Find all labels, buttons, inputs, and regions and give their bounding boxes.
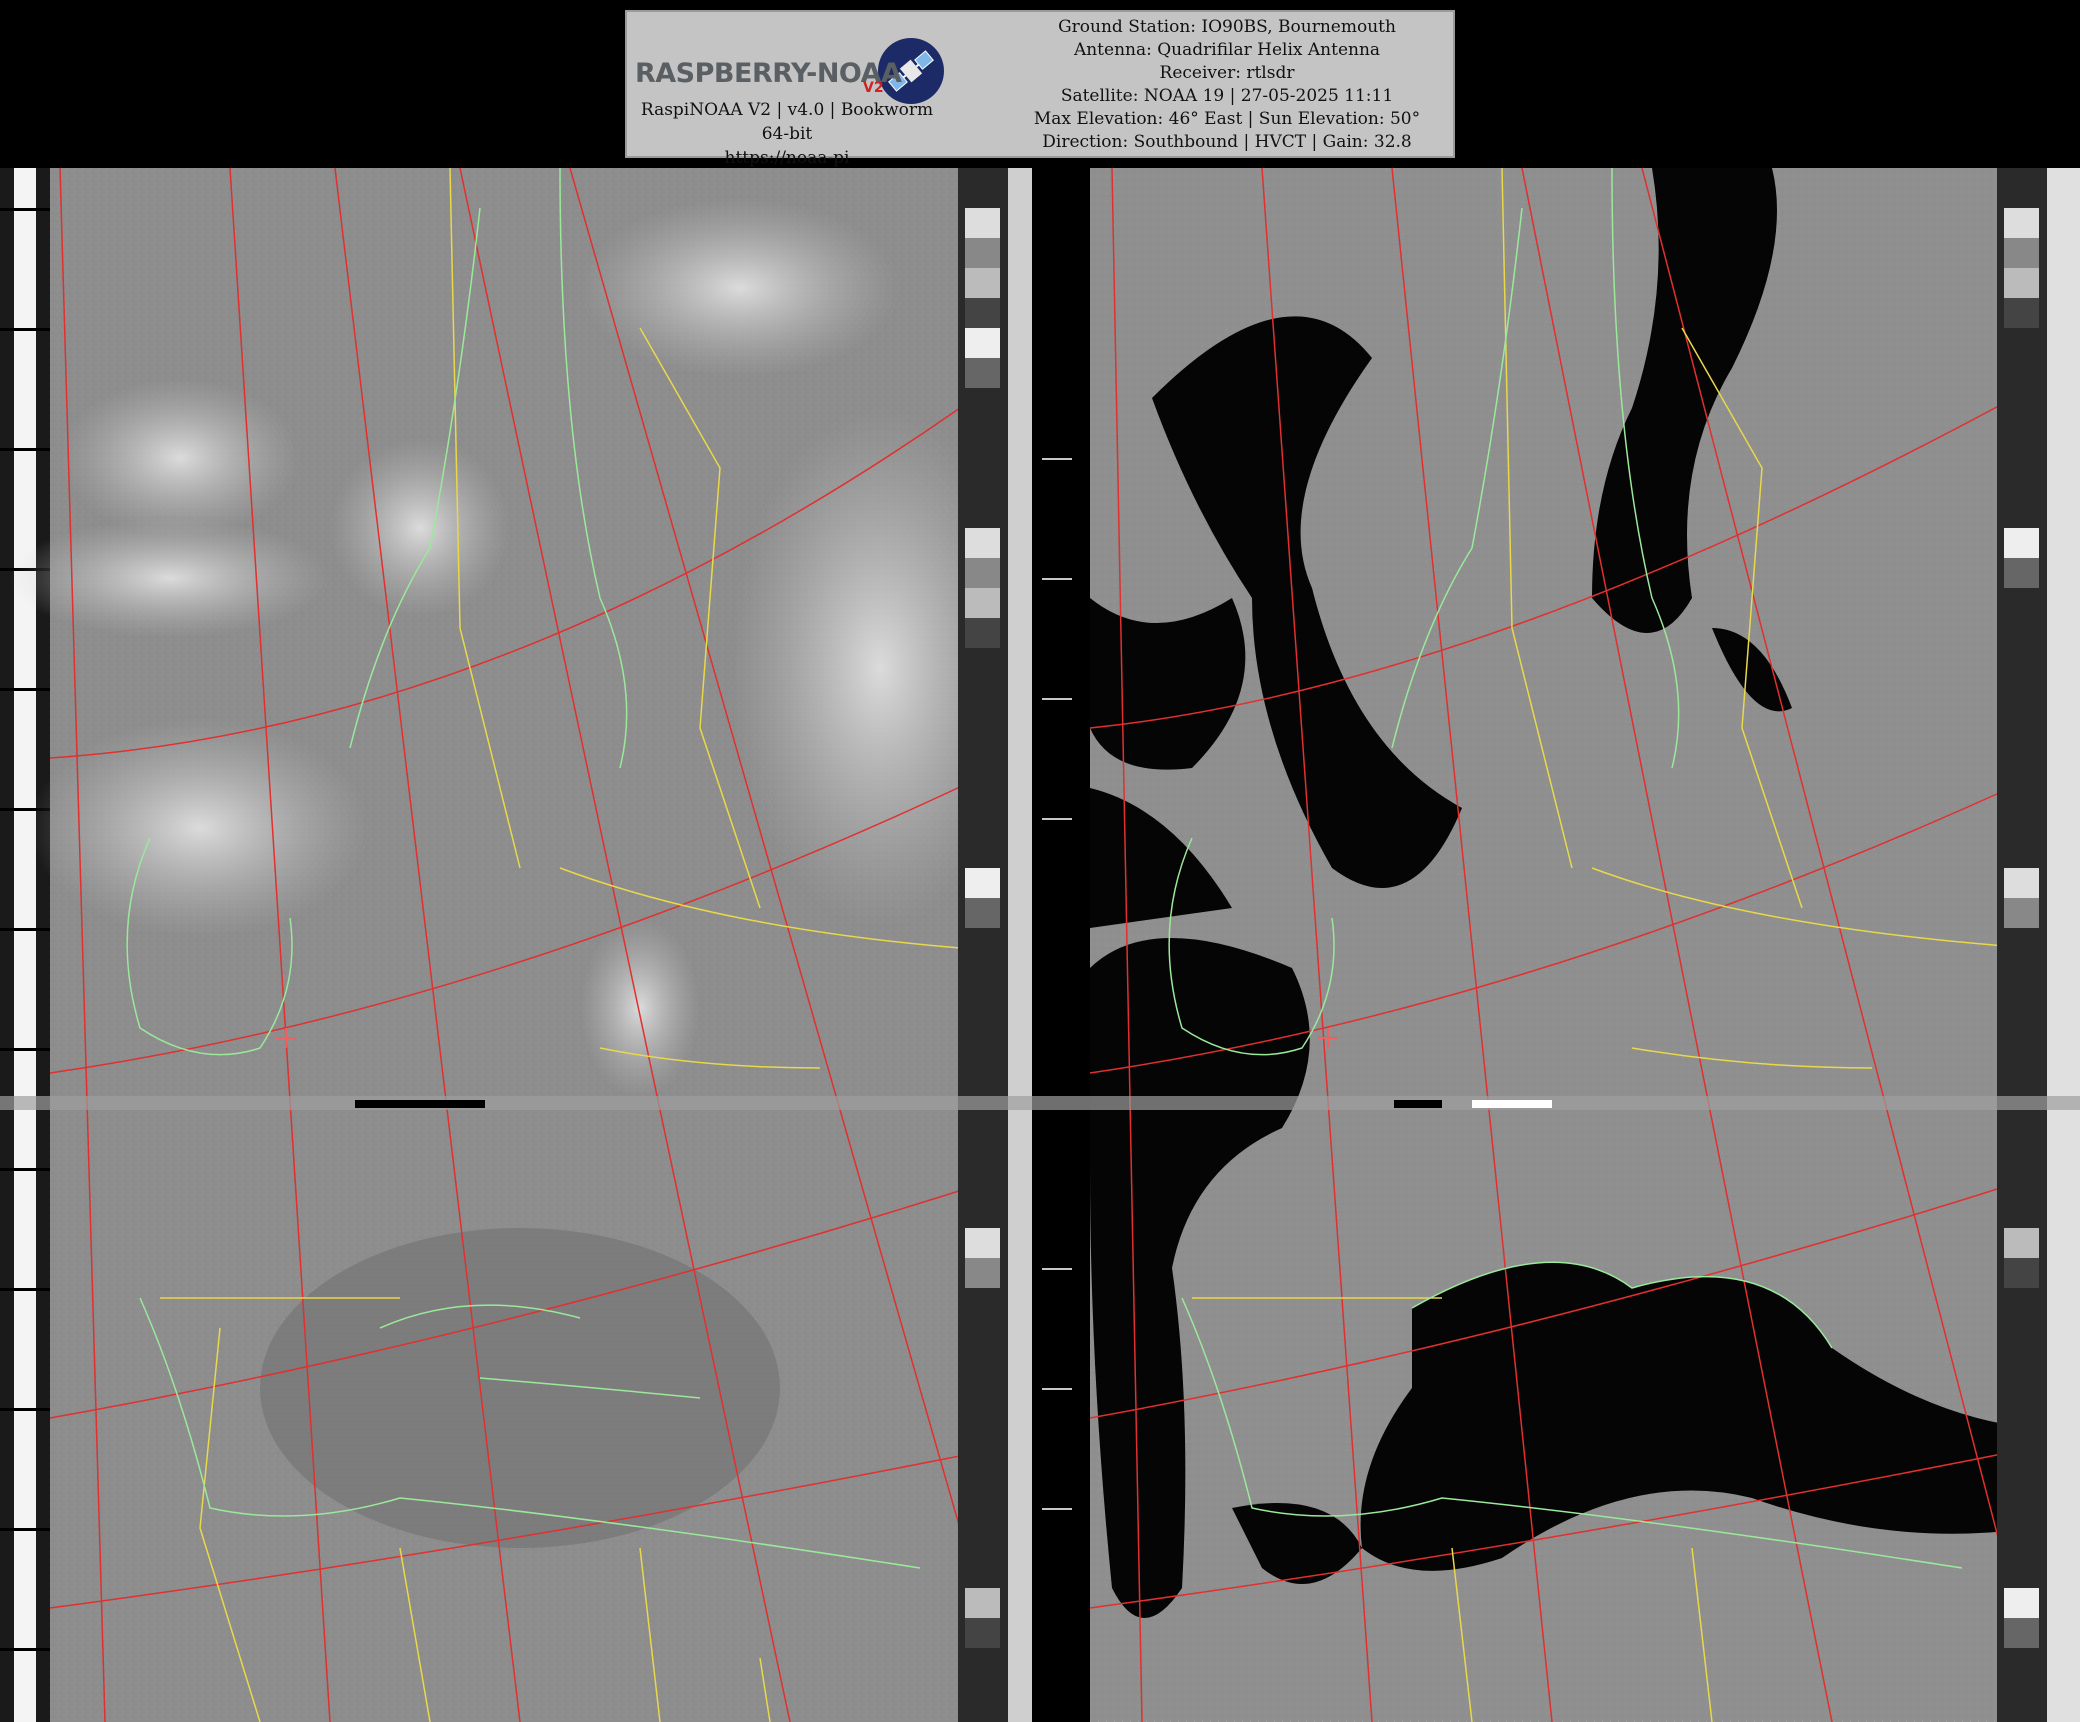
- logo-wordmark: RASPBERRY-NOAA: [635, 58, 902, 89]
- pass-details: Ground Station: IO90BS, Bournemouth Ante…: [1017, 16, 1437, 154]
- direction-line: Direction: Southbound | HVCT | Gain: 32.…: [1042, 132, 1412, 152]
- info-panel: RASPBERRY-NOAA V2 RaspiNOAA V2 | v4.0 | …: [625, 10, 1455, 168]
- raspberry-noaa-logo: RASPBERRY-NOAA V2: [633, 22, 944, 104]
- satellite-line: Satellite: NOAA 19 | 27-05-2025 11:11: [1060, 86, 1394, 106]
- antenna-line: Antenna: Quadrifilar Helix Antenna: [1073, 40, 1381, 60]
- ground-station-line: Ground Station: IO90BS, Bournemouth: [1058, 17, 1396, 37]
- elevation-line: Max Elevation: 46° East | Sun Elevation:…: [1033, 109, 1421, 129]
- software-line: RaspiNOAA V2 | v4.0 | Bookworm 64-bit: [640, 100, 934, 144]
- logo-version: V2: [863, 80, 884, 96]
- telemetry-strip-a: [958, 168, 1008, 1722]
- channel-b-image: [1032, 168, 2080, 1722]
- receiver-line: Receiver: rtlsdr: [1159, 63, 1295, 83]
- url-line: https://noaa-pi: [724, 148, 850, 168]
- software-info: RaspiNOAA V2 | v4.0 | Bookworm 64-bit ht…: [627, 98, 947, 170]
- sync-band-b: [1032, 168, 1090, 1722]
- channel-a-image: [0, 168, 1032, 1722]
- telemetry-strip-b: [1997, 168, 2047, 1722]
